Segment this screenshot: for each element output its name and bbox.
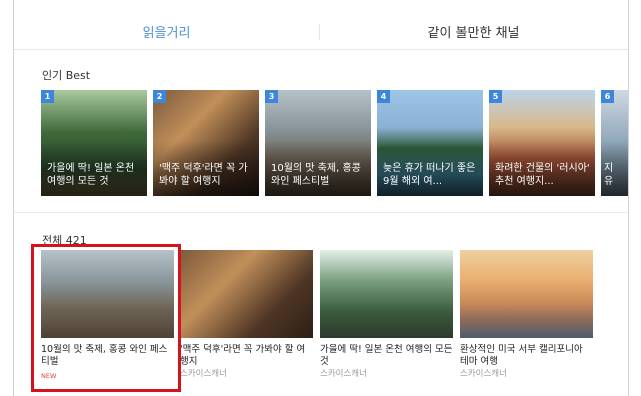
rank-badge: 6 (601, 90, 614, 103)
popular-card-5[interactable]: 5 화려한 건물의 '러시아' 추천 여행지... (489, 90, 595, 196)
popular-card-title: 지 유 (604, 163, 614, 187)
article-card-title: 가을에 딱! 일본 온천 여행의 모든 것 (320, 344, 453, 367)
all-section-title: 전체 421 (42, 234, 87, 247)
popular-card-title: 가을에 딱! 일본 온천 여행의 모든 것 (47, 163, 135, 187)
tab-related-channels[interactable]: 같이 볼만한 채널 (319, 14, 628, 49)
article-card-4[interactable]: 환상적인 미국 서부 캘리포니아 테마 여행 스카이스캐너 (460, 250, 593, 380)
new-badge: NEW (41, 372, 57, 380)
article-card-title: 10월의 맛 축제, 홍콩 와인 페스티벌 (41, 344, 168, 367)
rank-badge: 5 (489, 90, 502, 103)
popular-card-title: 10월의 맛 축제, 홍콩 와인 페스티벌 (271, 163, 361, 187)
rank-badge: 3 (265, 90, 278, 103)
article-card-image (320, 250, 453, 338)
popular-card-2[interactable]: 2 '맥주 덕후'라면 꼭 가봐야 할 여행지 (153, 90, 259, 196)
reading-panel: 읽을거리 같이 볼만한 채널 인기 Best 1 가을에 딱! 일본 온천 여행… (13, 0, 629, 396)
rank-badge: 1 (41, 90, 54, 103)
popular-card-title: '맥주 덕후'라면 꼭 가봐야 할 여행지 (159, 163, 248, 187)
article-card-title: '맥주 덕후'라면 꼭 가봐야 할 여행지 (180, 344, 306, 367)
article-card-image (460, 250, 593, 338)
article-card-source: 스카이스캐너 (460, 369, 507, 379)
section-divider (14, 212, 628, 213)
article-card-2[interactable]: '맥주 덕후'라면 꼭 가봐야 할 여행지 스카이스캐너 (180, 250, 313, 380)
popular-card-title: 늦은 휴가 떠나기 좋은 9월 해외 여... (383, 163, 476, 187)
tab-bar: 읽을거리 같이 볼만한 채널 (14, 14, 628, 50)
article-card-image (41, 250, 174, 338)
popular-card-4[interactable]: 4 늦은 휴가 떠나기 좋은 9월 해외 여... (377, 90, 483, 196)
popular-card-3[interactable]: 3 10월의 맛 축제, 홍콩 와인 페스티벌 (265, 90, 371, 196)
popular-card-6[interactable]: 6 지 유 (601, 90, 628, 196)
tab-reading[interactable]: 읽을거리 (14, 14, 319, 49)
article-card-source: 스카이스캐너 (320, 369, 367, 379)
article-card-source: 스카이스캐너 (180, 369, 227, 379)
article-card-3[interactable]: 가을에 딱! 일본 온천 여행의 모든 것 스카이스캐너 (320, 250, 453, 380)
rank-badge: 2 (153, 90, 166, 103)
article-card-image (180, 250, 313, 338)
popular-card-1[interactable]: 1 가을에 딱! 일본 온천 여행의 모든 것 (41, 90, 147, 196)
article-card-1[interactable]: 10월의 맛 축제, 홍콩 와인 페스티벌 NEW (41, 250, 174, 380)
rank-badge: 4 (377, 90, 390, 103)
popular-card-title: 화려한 건물의 '러시아' 추천 여행지... (495, 163, 590, 187)
article-card-title: 환상적인 미국 서부 캘리포니아 테마 여행 (460, 344, 583, 367)
popular-section-title: 인기 Best (42, 69, 91, 82)
